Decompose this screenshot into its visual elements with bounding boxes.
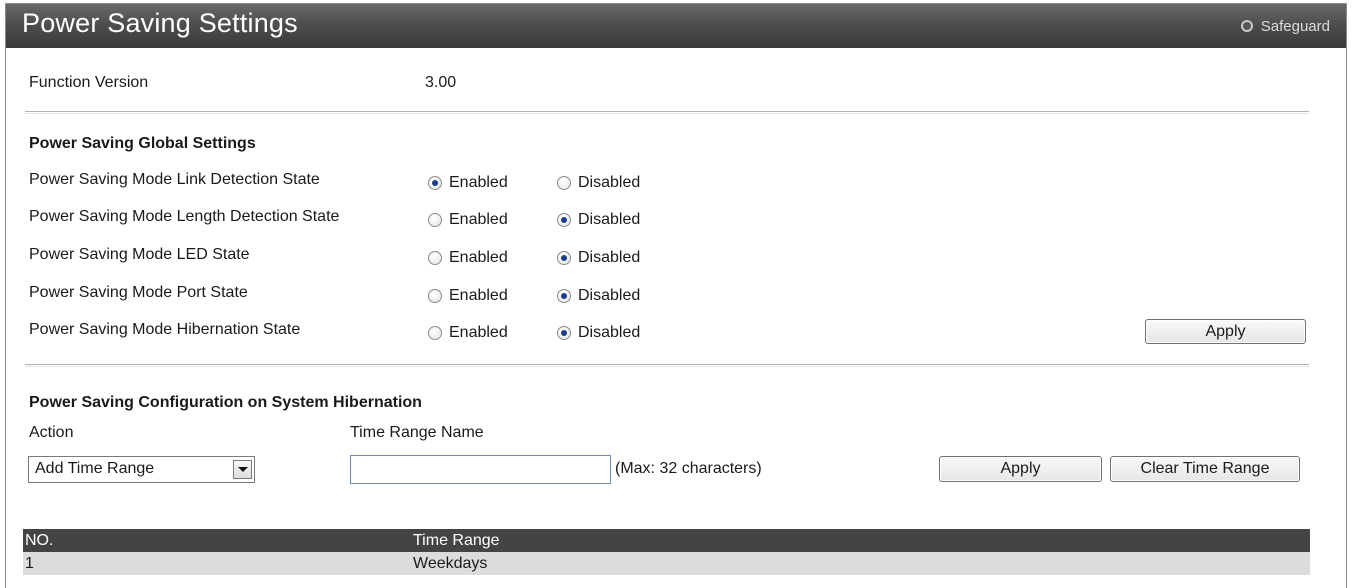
radio-unselected-icon (428, 326, 442, 340)
action-label: Action (29, 424, 74, 441)
max-characters-hint: (Max: 32 characters) (615, 460, 762, 477)
column-header-no: NO. (25, 532, 54, 549)
led-state-label: Power Saving Mode LED State (29, 246, 250, 263)
radio-label: Enabled (449, 324, 508, 341)
hibernation-state-enabled-radio[interactable]: Enabled (428, 324, 508, 342)
length-detection-label: Power Saving Mode Length Detection State (29, 208, 340, 225)
global-settings-heading: Power Saving Global Settings (29, 135, 256, 152)
safeguard-label: Safeguard (1260, 17, 1330, 35)
table-row: 1 Weekdays (23, 552, 1310, 575)
time-range-name-label: Time Range Name (350, 424, 484, 441)
radio-label: Enabled (449, 211, 508, 228)
radio-selected-icon (557, 251, 571, 265)
port-state-enabled-radio[interactable]: Enabled (428, 287, 508, 305)
chevron-down-icon[interactable] (233, 460, 252, 479)
length-detection-enabled-radio[interactable]: Enabled (428, 211, 508, 229)
led-state-enabled-radio[interactable]: Enabled (428, 249, 508, 267)
radio-unselected-icon (428, 289, 442, 303)
table-cell-time-range: Weekdays (413, 555, 488, 572)
hibernation-state-label: Power Saving Mode Hibernation State (29, 321, 301, 338)
radio-label: Disabled (578, 174, 641, 191)
radio-label: Disabled (578, 249, 641, 266)
radio-selected-icon (557, 289, 571, 303)
page-title: Power Saving Settings (22, 8, 298, 38)
link-detection-label: Power Saving Mode Link Detection State (29, 171, 320, 188)
radio-label: Disabled (578, 287, 641, 304)
radio-label: Enabled (449, 249, 508, 266)
radio-unselected-icon (428, 251, 442, 265)
column-header-time-range: Time Range (413, 532, 500, 549)
divider (25, 111, 1309, 113)
radio-selected-icon (557, 326, 571, 340)
radio-label: Disabled (578, 211, 641, 228)
hibernation-state-disabled-radio[interactable]: Disabled (557, 324, 640, 342)
action-select[interactable]: Add Time Range (28, 456, 255, 483)
function-version-label: Function Version (29, 74, 149, 91)
time-range-name-input[interactable] (350, 455, 611, 484)
title-bar: Power Saving Settings Safeguard (6, 4, 1346, 48)
function-version-value: 3.00 (425, 74, 457, 91)
safeguard-button[interactable]: Safeguard (1240, 15, 1330, 37)
hibernation-apply-button[interactable]: Apply (939, 456, 1102, 482)
time-range-table: NO. Time Range 1 Weekdays (23, 529, 1310, 575)
safeguard-indicator-icon (1240, 20, 1253, 32)
table-header: NO. Time Range (23, 529, 1310, 552)
divider (25, 364, 1309, 366)
radio-label: Enabled (449, 287, 508, 304)
link-detection-enabled-radio[interactable]: Enabled (428, 174, 508, 192)
radio-unselected-icon (428, 213, 442, 227)
clear-time-range-button[interactable]: Clear Time Range (1110, 456, 1300, 482)
length-detection-disabled-radio[interactable]: Disabled (557, 211, 640, 229)
led-state-disabled-radio[interactable]: Disabled (557, 249, 640, 267)
port-state-disabled-radio[interactable]: Disabled (557, 287, 640, 305)
radio-selected-icon (557, 213, 571, 227)
radio-label: Enabled (449, 174, 508, 191)
table-cell-no: 1 (25, 555, 34, 572)
global-apply-button[interactable]: Apply (1145, 319, 1306, 344)
hibernation-heading: Power Saving Configuration on System Hib… (29, 394, 422, 411)
radio-selected-icon (428, 176, 442, 190)
link-detection-disabled-radio[interactable]: Disabled (557, 174, 640, 192)
action-select-value: Add Time Range (35, 460, 155, 477)
radio-unselected-icon (557, 176, 571, 190)
port-state-label: Power Saving Mode Port State (29, 284, 248, 301)
radio-label: Disabled (578, 324, 641, 341)
